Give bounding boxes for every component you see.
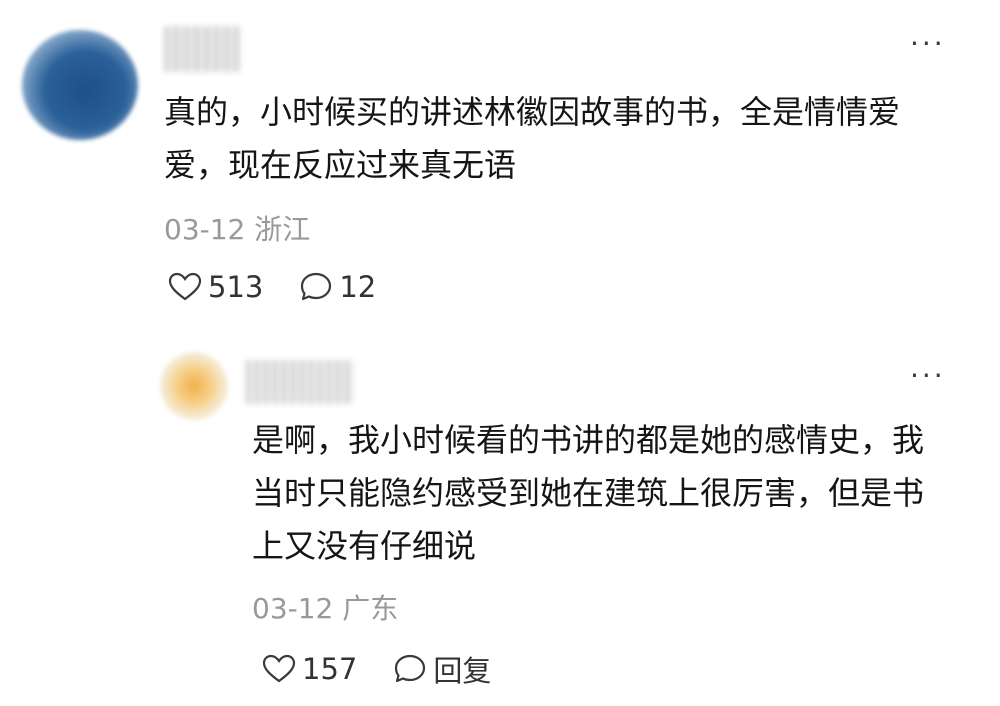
comment-meta: 03-12 浙江 <box>164 208 310 248</box>
reply-label: 回复 <box>433 654 492 688</box>
reply-count: 12 <box>339 270 377 304</box>
comment-actions: 157 回复 <box>262 648 527 690</box>
comment-text: 是啊，我小时候看的书讲的都是她的感情史，我当时只能隐约感受到她在建筑上很厉害，但… <box>252 421 925 565</box>
speech-bubble-icon <box>395 654 426 683</box>
comment-actions: 513 12 <box>168 270 412 304</box>
comment-meta: 03-12 广东 <box>252 587 398 627</box>
comment-date: 03-12 <box>252 592 334 625</box>
comment-location: 浙江 <box>254 213 311 246</box>
avatar[interactable] <box>160 352 228 420</box>
like-button[interactable]: 157 <box>262 652 357 686</box>
like-button[interactable]: 513 <box>168 270 263 304</box>
comment-location: 广东 <box>342 592 399 625</box>
like-count: 157 <box>302 652 358 686</box>
comment-date: 03-12 <box>164 213 246 246</box>
more-options-button[interactable]: ··· <box>910 362 946 390</box>
reply-button[interactable]: 回复 <box>393 648 491 690</box>
heart-outline-icon <box>168 272 202 301</box>
speech-bubble-icon <box>301 272 332 301</box>
avatar[interactable] <box>22 30 138 140</box>
like-count: 513 <box>208 270 264 304</box>
username-blurred[interactable] <box>246 360 354 404</box>
comment-text: 真的，小时候买的讲述林徽因故事的书，全是情情爱爱，现在反应过来真无语 <box>164 93 901 184</box>
username-blurred[interactable] <box>164 26 240 72</box>
more-options-button[interactable]: ··· <box>910 30 946 58</box>
heart-outline-icon <box>262 654 296 683</box>
reply-count-button[interactable]: 12 <box>299 270 376 304</box>
